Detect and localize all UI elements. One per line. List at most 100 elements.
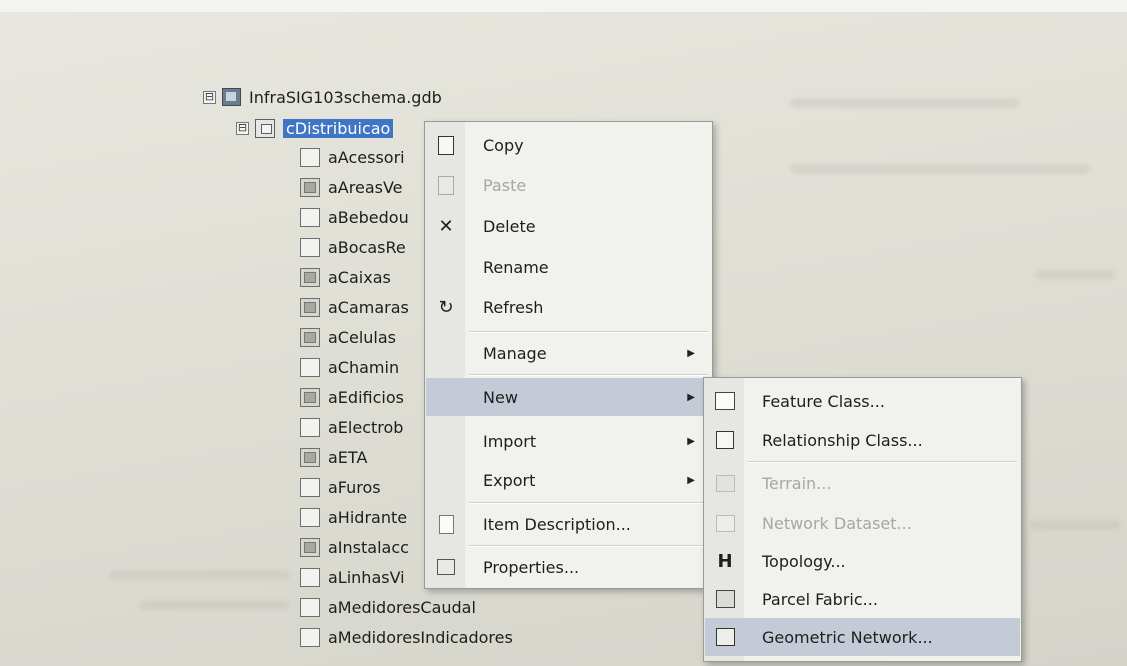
menu-separator xyxy=(469,502,708,504)
feature-class-icon xyxy=(715,392,735,410)
polygon-feature-class-icon xyxy=(300,327,320,347)
polygon-feature-class-icon xyxy=(300,177,320,197)
point-feature-class-icon xyxy=(300,357,320,377)
menu-item-label: Paste xyxy=(483,175,527,195)
menu-item-label: Import xyxy=(483,431,537,451)
submenu-item-topology[interactable]: H Topology... xyxy=(705,542,1020,580)
submenu-arrow-icon: ▶ xyxy=(687,474,695,486)
menu-separator xyxy=(469,545,708,547)
point-feature-class-icon xyxy=(300,417,320,437)
tree-node-label: aMedidoresCaudal xyxy=(328,597,476,617)
menu-item-item-description[interactable]: Item Description... xyxy=(426,505,711,543)
tree-node-label: aETA xyxy=(328,447,368,467)
menu-item-rename[interactable]: Rename xyxy=(426,248,711,286)
tree-node-feature-class[interactable]: aCamaras xyxy=(300,294,409,320)
tree-node-feature-dataset[interactable]: ⊟ cDistribuicao xyxy=(236,115,394,141)
tree-node-feature-class[interactable]: aBebedou xyxy=(300,204,409,230)
menu-item-label: Rename xyxy=(483,257,549,277)
menu-item-label: Parcel Fabric... xyxy=(762,589,878,609)
collapse-icon[interactable]: ⊟ xyxy=(203,90,216,104)
tree-node-label: aInstalacc xyxy=(328,537,409,557)
tree-node-feature-class[interactable]: aFuros xyxy=(300,474,381,500)
tree-node-label: aCamaras xyxy=(328,297,409,317)
tree-node-feature-class[interactable]: aHidrante xyxy=(300,504,407,530)
tree-node-feature-class[interactable]: aBocasRe xyxy=(300,234,406,260)
tree-node-label-selected: cDistribuicao xyxy=(283,118,394,138)
menu-item-label: Manage xyxy=(483,343,547,363)
tree-node-geodatabase[interactable]: ⊟ InfraSIG103schema.gdb xyxy=(203,84,442,110)
tree-node-label: aAreasVe xyxy=(328,177,403,197)
line-feature-class-icon xyxy=(300,567,320,587)
menu-item-label: Feature Class... xyxy=(762,391,885,411)
menu-item-label: Refresh xyxy=(483,297,544,317)
menu-item-label: Geometric Network... xyxy=(762,627,933,647)
context-menu: Copy Paste ✕ Delete Rename ↻ Refresh Man… xyxy=(424,121,713,589)
menu-item-export[interactable]: Export ▶ xyxy=(426,461,711,499)
tree-node-feature-class[interactable]: aAcessori xyxy=(300,144,405,170)
menu-item-label: Delete xyxy=(483,216,536,236)
menu-item-label: Relationship Class... xyxy=(762,430,923,450)
menu-item-properties[interactable]: Properties... xyxy=(426,548,711,586)
tree-node-feature-class[interactable]: aInstalacc xyxy=(300,534,409,560)
tree-node-feature-class[interactable]: aElectrob xyxy=(300,414,403,440)
menu-item-label: Network Dataset... xyxy=(762,513,912,533)
submenu-item-parcel-fabric[interactable]: Parcel Fabric... xyxy=(705,580,1020,618)
submenu-arrow-icon: ▶ xyxy=(687,435,695,447)
tree-node-label: aBocasRe xyxy=(328,237,406,257)
tree-node-label: aLinhasVi xyxy=(328,567,405,587)
tree-node-feature-class[interactable]: aEdificios xyxy=(300,384,404,410)
tree-node-feature-class[interactable]: aChamin xyxy=(300,354,399,380)
tree-node-label: InfraSIG103schema.gdb xyxy=(249,87,442,107)
geometric-network-icon xyxy=(715,628,735,646)
tree-node-label: aElectrob xyxy=(328,417,404,437)
submenu-item-feature-class[interactable]: Feature Class... xyxy=(705,382,1020,420)
tree-node-feature-class[interactable]: aMedidoresIndicadores xyxy=(300,624,513,650)
tree-node-feature-class[interactable]: aLinhasVi xyxy=(300,564,405,590)
point-feature-class-icon xyxy=(300,597,320,617)
tree-node-label: aEdificios xyxy=(328,387,404,407)
menu-separator xyxy=(469,331,708,333)
relationship-class-icon xyxy=(716,431,734,449)
tree-node-feature-class[interactable]: aMedidoresCaudal xyxy=(300,594,476,620)
tree-node-label: aAcessori xyxy=(328,147,405,167)
menu-item-delete[interactable]: ✕ Delete xyxy=(426,207,711,245)
point-feature-class-icon xyxy=(300,207,320,227)
tree-node-feature-class[interactable]: aETA xyxy=(300,444,367,470)
menu-item-import[interactable]: Import ▶ xyxy=(426,422,711,460)
submenu-item-geometric-network[interactable]: Geometric Network... xyxy=(705,618,1020,656)
parcel-fabric-icon xyxy=(715,590,735,608)
point-feature-class-icon xyxy=(300,477,320,497)
properties-icon xyxy=(437,559,455,575)
menu-item-label: Copy xyxy=(483,135,524,155)
file-geodatabase-icon xyxy=(222,88,241,106)
tree-node-feature-class[interactable]: aAreasVe xyxy=(300,174,403,200)
submenu-item-relationship-class[interactable]: Relationship Class... xyxy=(705,421,1020,459)
menu-item-new[interactable]: New ▶ xyxy=(426,378,711,416)
copy-icon xyxy=(438,135,454,155)
menu-item-label: Properties... xyxy=(483,557,580,577)
topology-icon: H xyxy=(717,550,733,572)
menu-item-copy[interactable]: Copy xyxy=(426,126,711,164)
tree-node-label: aCelulas xyxy=(328,327,396,347)
menu-item-label: Export xyxy=(483,470,536,490)
tree-node-feature-class[interactable]: aCaixas xyxy=(300,264,391,290)
point-feature-class-icon xyxy=(300,627,320,647)
menu-item-label: New xyxy=(483,387,518,407)
menu-item-manage[interactable]: Manage ▶ xyxy=(426,334,711,372)
new-submenu: Feature Class... Relationship Class... T… xyxy=(703,377,1022,662)
submenu-item-terrain[interactable]: Terrain... xyxy=(705,464,1020,502)
tree-node-label: aFuros xyxy=(328,477,381,497)
menu-item-refresh[interactable]: ↻ Refresh xyxy=(426,288,711,326)
menu-item-label: Terrain... xyxy=(762,473,832,493)
polygon-feature-class-icon xyxy=(300,297,320,317)
polygon-feature-class-icon xyxy=(300,387,320,407)
submenu-item-network-dataset[interactable]: Network Dataset... xyxy=(705,504,1020,542)
collapse-icon[interactable]: ⊟ xyxy=(236,121,249,135)
submenu-arrow-icon: ▶ xyxy=(687,391,695,403)
menu-item-paste[interactable]: Paste xyxy=(426,166,711,204)
terrain-icon xyxy=(715,474,735,492)
menu-item-label: Item Description... xyxy=(483,514,631,534)
point-feature-class-icon xyxy=(300,507,320,527)
tree-node-feature-class[interactable]: aCelulas xyxy=(300,324,396,350)
menu-item-label: Topology... xyxy=(762,551,846,571)
